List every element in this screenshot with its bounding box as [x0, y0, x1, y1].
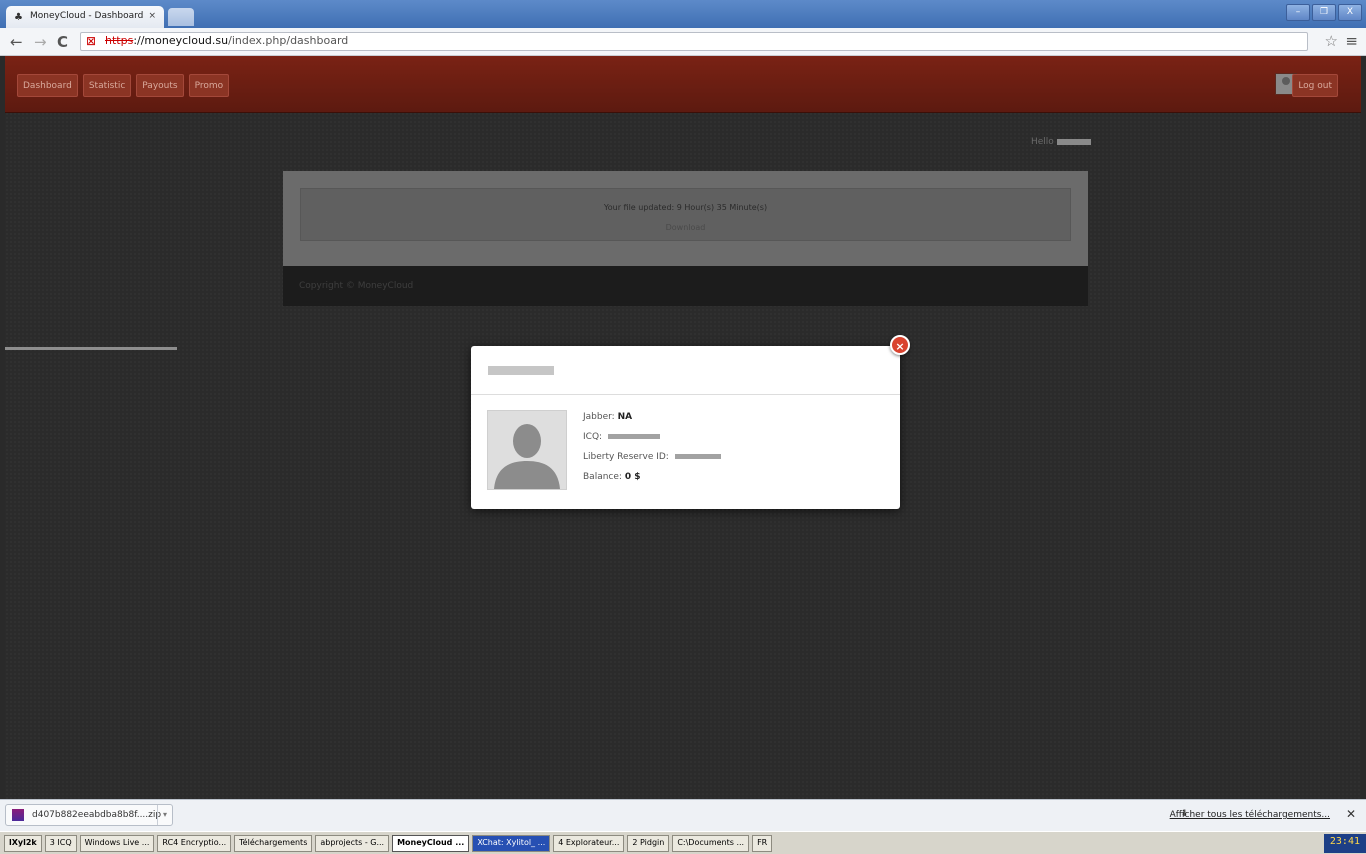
bookmark-star-icon[interactable]: ☆ — [1325, 32, 1338, 50]
taskbar-item[interactable]: abprojects - G... — [315, 834, 390, 852]
browser-toolbar: ← → C ⊠ https://moneycloud.su/index.php/… — [0, 28, 1366, 56]
taskbar-item[interactable]: XChat: Xylitol_ ... — [472, 834, 551, 852]
taskbar-item-active[interactable]: MoneyCloud ... — [392, 834, 470, 852]
taskbar-item[interactable]: Téléchargements — [234, 834, 313, 852]
zip-archive-icon — [12, 809, 24, 821]
download-link[interactable]: Download — [301, 223, 1070, 232]
redacted-icq — [607, 434, 660, 439]
redacted-liberty-reserve-id — [674, 454, 721, 459]
nav-promo-button[interactable]: Promo — [188, 74, 230, 97]
taskbar-item[interactable]: 3 ICQ — [44, 834, 77, 852]
copyright-text: Copyright © MoneyCloud — [299, 281, 414, 291]
hello-greeting: Hello — [1031, 137, 1091, 147]
url-host: ://moneycloud.su — [133, 34, 229, 47]
nav-dashboard-button[interactable]: Dashboard — [17, 74, 78, 97]
maximize-button[interactable]: ❐ — [1312, 4, 1336, 21]
tab-strip: ♣ MoneyCloud - Dashboard × – ❐ X — [0, 0, 1366, 28]
nav-statistic-button[interactable]: Statistic — [82, 74, 132, 97]
modal-close-icon[interactable]: × — [890, 335, 910, 355]
modal-header: × — [471, 335, 910, 395]
tab-moneycloud-dashboard[interactable]: ♣ MoneyCloud - Dashboard × — [6, 6, 164, 28]
back-arrow-icon[interactable]: ← — [10, 33, 23, 51]
site-navbar: Dashboard Statistic Payouts Promo Log ou… — [5, 56, 1361, 113]
url-path: /index.php/dashboard — [228, 34, 349, 47]
liberty-reserve-row: Liberty Reserve ID: — [583, 452, 721, 472]
file-status-box: Your file updated: 9 Hour(s) 35 Minute(s… — [300, 188, 1071, 241]
redacted-username — [1056, 138, 1091, 145]
system-tray-clock[interactable]: 23:41 — [1323, 833, 1366, 853]
download-menu-chevron-icon[interactable]: ▾ — [157, 805, 172, 825]
taskbar-item[interactable]: RC4 Encryptio... — [157, 834, 232, 852]
download-item[interactable]: d407b882eeabdba8b8f....zip ▾ — [5, 804, 173, 826]
close-shelf-icon[interactable]: ✕ — [1346, 807, 1356, 821]
show-all-downloads-link[interactable]: Afficher tous les téléchargements... — [1170, 810, 1330, 820]
url-scheme: https — [105, 34, 134, 47]
taskbar-item[interactable]: C:\Documents ... — [672, 834, 750, 852]
nav-payouts-button[interactable]: Payouts — [136, 74, 184, 97]
nav-buttons: Dashboard Statistic Payouts Promo — [17, 74, 230, 97]
tab-close-icon[interactable]: × — [148, 11, 156, 21]
address-bar[interactable]: ⊠ https://moneycloud.su/index.php/dashbo… — [80, 32, 1308, 51]
icq-row: ICQ: — [583, 432, 721, 452]
window-controls: – ❐ X — [1286, 4, 1362, 21]
profile-details: Jabber: NA ICQ: Liberty Reserve ID: Bala… — [583, 412, 721, 492]
balance-row: Balance: 0 $ — [583, 472, 641, 482]
progress-line — [5, 347, 177, 350]
ssl-warning-icon: ⊠ — [86, 34, 97, 48]
download-file-name: d407b882eeabdba8b8f....zip — [32, 810, 162, 820]
profile-modal: × Jabber: NA ICQ: Liberty Reserve ID: Ba… — [471, 335, 910, 509]
tab-title: MoneyCloud - Dashboard — [30, 11, 144, 21]
forward-arrow-icon[interactable]: → — [34, 33, 47, 51]
language-indicator[interactable]: FR — [752, 834, 773, 852]
taskbar-item[interactable]: 2 Pidgin — [627, 834, 670, 852]
logout-button[interactable]: Log out — [1292, 74, 1338, 97]
reload-icon[interactable]: C — [57, 33, 68, 51]
footer: Copyright © MoneyCloud — [283, 266, 1088, 306]
profile-photo-placeholder — [487, 410, 567, 490]
jabber-value: NA — [617, 412, 633, 422]
jabber-row: Jabber: NA — [583, 412, 633, 422]
close-window-button[interactable]: X — [1338, 4, 1362, 21]
taskbar-item[interactable]: 4 Explorateur... — [553, 834, 625, 852]
start-button[interactable]: lXyl2k — [4, 834, 42, 852]
person-silhouette-icon — [488, 411, 566, 489]
hello-label: Hello — [1031, 137, 1054, 147]
taskbar: lXyl2k 3 ICQ Windows Live ... RC4 Encryp… — [0, 831, 1366, 854]
file-updated-text: Your file updated: 9 Hour(s) 35 Minute(s… — [603, 203, 768, 212]
menu-icon[interactable]: ≡ — [1345, 32, 1358, 50]
redacted-modal-title — [488, 366, 554, 375]
moneycloud-favicon-icon: ♣ — [14, 12, 23, 23]
minimize-button[interactable]: – — [1286, 4, 1310, 21]
page: Dashboard Statistic Payouts Promo Log ou… — [5, 56, 1361, 799]
downloads-shelf: d407b882eeabdba8b8f....zip ▾ ⬇ Afficher … — [0, 799, 1366, 831]
new-tab-button[interactable] — [168, 8, 194, 26]
taskbar-item[interactable]: Windows Live ... — [79, 834, 155, 852]
balance-value: 0 $ — [624, 472, 641, 482]
file-panel: Your file updated: 9 Hour(s) 35 Minute(s… — [283, 171, 1088, 266]
